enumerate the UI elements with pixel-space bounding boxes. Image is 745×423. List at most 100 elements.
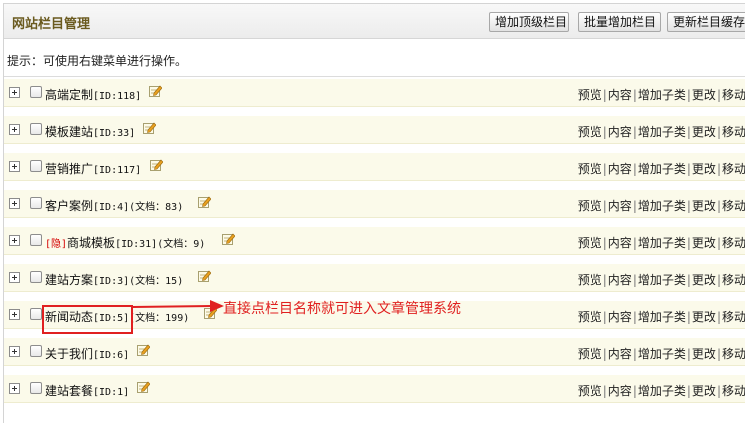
category-name-link[interactable]: 关于我们[ID:6] <box>45 345 129 362</box>
preview-link[interactable]: 预览 <box>578 236 602 250</box>
category-name-link[interactable]: 建站方案[ID:3](文档：15) <box>45 271 183 288</box>
move-link[interactable]: 移动 <box>722 199 745 213</box>
edit-icon[interactable] <box>143 122 156 134</box>
row-checkbox[interactable] <box>30 382 42 394</box>
row-checkbox[interactable] <box>30 308 42 320</box>
content-link[interactable]: 内容 <box>608 273 632 287</box>
category-name-link[interactable]: 高端定制[ID:118] <box>45 86 141 103</box>
expand-plus-icon[interactable] <box>9 235 20 246</box>
separator: | <box>686 273 691 287</box>
row-checkbox[interactable] <box>30 197 42 209</box>
preview-link[interactable]: 预览 <box>578 384 602 398</box>
doc-count: (文档：9) <box>157 239 206 250</box>
row-checkbox[interactable] <box>30 160 42 172</box>
edit-icon[interactable] <box>137 381 150 393</box>
category-name-link[interactable]: 建站套餐[ID:1] <box>45 382 129 399</box>
row-checkbox[interactable] <box>30 271 42 283</box>
add-top-category-button[interactable]: 增加顶级栏目 <box>489 12 569 32</box>
add-subcategory-link[interactable]: 增加子类 <box>638 125 686 139</box>
preview-link[interactable]: 预览 <box>578 88 602 102</box>
expand-plus-icon[interactable] <box>9 124 20 135</box>
edit-link[interactable]: 更改 <box>692 384 716 398</box>
separator: | <box>602 162 607 176</box>
content-link[interactable]: 内容 <box>608 88 632 102</box>
edit-link[interactable]: 更改 <box>692 162 716 176</box>
row-actions: 预览|内容|增加子类|更改|移动 <box>578 123 745 140</box>
content-link[interactable]: 内容 <box>608 199 632 213</box>
content-link[interactable]: 内容 <box>608 162 632 176</box>
row-checkbox[interactable] <box>30 86 42 98</box>
preview-link[interactable]: 预览 <box>578 125 602 139</box>
edit-icon[interactable] <box>222 233 235 245</box>
content-link[interactable]: 内容 <box>608 236 632 250</box>
category-name-link[interactable]: 模板建站[ID:33] <box>45 123 135 140</box>
add-subcategory-link[interactable]: 增加子类 <box>638 273 686 287</box>
add-subcategory-link[interactable]: 增加子类 <box>638 310 686 324</box>
move-link[interactable]: 移动 <box>722 88 745 102</box>
category-label: 客户案例 <box>45 199 94 213</box>
edit-link[interactable]: 更改 <box>692 273 716 287</box>
edit-link[interactable]: 更改 <box>692 88 716 102</box>
move-link[interactable]: 移动 <box>722 384 745 398</box>
row-checkbox[interactable] <box>30 345 42 357</box>
expand-plus-icon[interactable] <box>9 87 20 98</box>
row-checkbox[interactable] <box>30 123 42 135</box>
expand-plus-icon[interactable] <box>9 346 20 357</box>
add-subcategory-link[interactable]: 增加子类 <box>638 88 686 102</box>
edit-link[interactable]: 更改 <box>692 125 716 139</box>
expand-plus-icon[interactable] <box>9 161 20 172</box>
move-link[interactable]: 移动 <box>722 125 745 139</box>
separator: | <box>632 125 637 139</box>
category-label: 营销推广 <box>45 162 94 176</box>
edit-icon[interactable] <box>198 196 211 208</box>
separator: | <box>602 310 607 324</box>
batch-add-category-button[interactable]: 批量增加栏目 <box>578 12 661 32</box>
expand-plus-icon[interactable] <box>9 272 20 283</box>
expand-plus-icon[interactable] <box>9 309 20 320</box>
edit-link[interactable]: 更改 <box>692 347 716 361</box>
edit-icon[interactable] <box>198 270 211 282</box>
add-subcategory-link[interactable]: 增加子类 <box>638 347 686 361</box>
preview-link[interactable]: 预览 <box>578 199 602 213</box>
update-cache-button[interactable]: 更新栏目缓存 <box>667 12 745 32</box>
category-id: [ID:117] <box>93 165 142 176</box>
add-subcategory-link[interactable]: 增加子类 <box>638 384 686 398</box>
content-link[interactable]: 内容 <box>608 347 632 361</box>
content-link[interactable]: 内容 <box>608 310 632 324</box>
edit-icon[interactable] <box>137 344 150 356</box>
edit-link[interactable]: 更改 <box>692 199 716 213</box>
row-checkbox[interactable] <box>30 234 42 246</box>
edit-link[interactable]: 更改 <box>692 310 716 324</box>
category-label: 高端定制 <box>45 88 94 102</box>
move-link[interactable]: 移动 <box>722 236 745 250</box>
add-subcategory-link[interactable]: 增加子类 <box>638 236 686 250</box>
category-name-link[interactable]: 客户案例[ID:4](文档：83) <box>45 197 183 214</box>
category-name-link[interactable]: [隐]商城模板[ID:31](文档：9) <box>45 234 205 251</box>
content-link[interactable]: 内容 <box>608 384 632 398</box>
preview-link[interactable]: 预览 <box>578 310 602 324</box>
preview-link[interactable]: 预览 <box>578 273 602 287</box>
add-subcategory-link[interactable]: 增加子类 <box>638 199 686 213</box>
edit-icon[interactable] <box>150 159 163 171</box>
edit-link[interactable]: 更改 <box>692 236 716 250</box>
separator: | <box>716 162 721 176</box>
table-row: [隐]商城模板[ID:31](文档：9) 预览|内容|增加子类|更改|移动 <box>4 227 745 255</box>
move-link[interactable]: 移动 <box>722 273 745 287</box>
preview-link[interactable]: 预览 <box>578 162 602 176</box>
content-link[interactable]: 内容 <box>608 125 632 139</box>
preview-link[interactable]: 预览 <box>578 347 602 361</box>
separator: | <box>632 310 637 324</box>
category-management-panel: 网站栏目管理 增加顶级栏目 批量增加栏目 更新栏目缓存 提示：可使用右键菜单进行… <box>3 3 745 423</box>
row-actions: 预览|内容|增加子类|更改|移动 <box>578 234 745 251</box>
edit-icon[interactable] <box>149 85 162 97</box>
category-id: [ID:33] <box>93 128 136 139</box>
add-subcategory-link[interactable]: 增加子类 <box>638 162 686 176</box>
expand-plus-icon[interactable] <box>9 198 20 209</box>
category-name-link[interactable]: 营销推广[ID:117] <box>45 160 141 177</box>
move-link[interactable]: 移动 <box>722 347 745 361</box>
move-link[interactable]: 移动 <box>722 162 745 176</box>
annotation-arrow-icon <box>132 300 224 312</box>
expand-plus-icon[interactable] <box>9 383 20 394</box>
separator: | <box>632 384 637 398</box>
move-link[interactable]: 移动 <box>722 310 745 324</box>
